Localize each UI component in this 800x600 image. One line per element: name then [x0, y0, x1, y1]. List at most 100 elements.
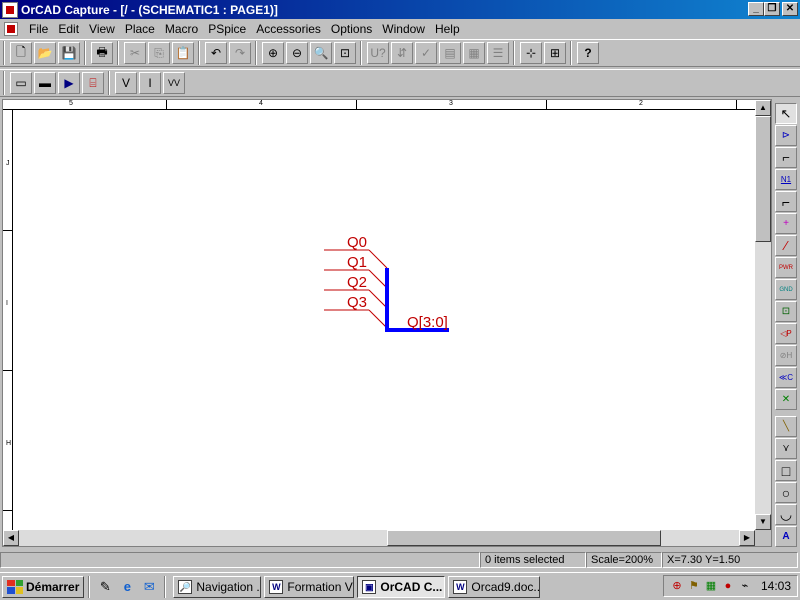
scroll-up-arrow-icon[interactable]: ▲ — [755, 100, 771, 116]
menu-pspice[interactable]: PSpice — [203, 22, 251, 36]
print-icon[interactable]: 🖶 — [91, 42, 113, 64]
bus-label[interactable]: Q[3:0] — [407, 314, 448, 331]
task-orcad9-doc[interactable]: W Orcad9.doc... — [448, 575, 541, 598]
menu-accessories[interactable]: Accessories — [251, 22, 326, 36]
place-text-icon[interactable]: A — [775, 526, 797, 547]
zoom-all-icon[interactable]: ⊡ — [334, 42, 356, 64]
current-marker-icon[interactable]: I — [139, 72, 161, 94]
scroll-down-arrow-icon[interactable]: ▼ — [755, 514, 771, 530]
copy-icon[interactable]: ⎘ — [148, 42, 170, 64]
scroll-left-arrow-icon[interactable]: ◀ — [3, 530, 19, 546]
net-label-q0[interactable]: Q0 — [347, 234, 367, 251]
place-ellipse-icon[interactable]: ○ — [775, 482, 797, 503]
menu-file[interactable]: File — [24, 22, 53, 36]
menu-edit[interactable]: Edit — [53, 22, 84, 36]
place-no-connect-icon[interactable]: ✕ — [775, 389, 797, 410]
edit-simulation-settings-icon[interactable]: ▬ — [34, 72, 56, 94]
project-manager-icon[interactable]: ⊞ — [544, 42, 566, 64]
vertical-scrollbar[interactable]: ▲ ▼ — [755, 100, 771, 530]
ruler-label: 4 — [259, 100, 263, 107]
place-hierarchical-pin-icon[interactable]: ⊘H — [775, 345, 797, 366]
place-wire-icon[interactable]: ⌐ — [775, 147, 797, 168]
bus-entry-q3[interactable] — [368, 309, 388, 329]
tray-app-icon[interactable]: ⚑ — [687, 579, 701, 593]
doc-restore-button[interactable]: ❐ — [764, 2, 780, 16]
zoom-area-icon[interactable]: 🔍 — [310, 42, 332, 64]
network-icon[interactable]: ▦ — [704, 579, 718, 593]
help-icon[interactable]: ? — [577, 42, 599, 64]
zoom-out-icon[interactable]: ⊖ — [286, 42, 308, 64]
drc-icon[interactable]: ✓ — [415, 42, 437, 64]
tools-group: U? ⇵ ✓ ▤ ▦ ☰ — [361, 41, 514, 65]
save-icon[interactable]: 💾 — [58, 42, 80, 64]
place-ground-icon[interactable]: GND — [775, 279, 797, 300]
outlook-express-icon[interactable]: ✉ — [140, 578, 158, 596]
horizontal-scrollbar[interactable]: ◀ ▶ — [3, 530, 755, 546]
left-ruler: J I H — [3, 110, 13, 530]
place-power-icon[interactable]: PWR — [775, 257, 797, 278]
doc-close-button[interactable]: ✕ — [782, 2, 798, 16]
net-label-q3[interactable]: Q3 — [347, 294, 367, 311]
place-arc-icon[interactable]: ◡ — [775, 504, 797, 525]
show-desktop-icon[interactable]: ✎ — [96, 578, 114, 596]
antivirus-icon[interactable]: ● — [721, 579, 735, 593]
voltage-marker-icon[interactable]: V — [115, 72, 137, 94]
document-icon[interactable] — [4, 21, 18, 36]
task-navigation[interactable]: 🔎 Navigation ... — [173, 575, 262, 598]
net-label-q1[interactable]: Q1 — [347, 254, 367, 271]
place-hierarchical-port-icon[interactable]: ◁P — [775, 323, 797, 344]
redo-icon[interactable]: ↷ — [229, 42, 251, 64]
internet-explorer-icon[interactable]: e — [118, 578, 136, 596]
place-bus-entry-icon[interactable]: ∕ — [775, 235, 797, 256]
place-bus-icon[interactable]: ⌐ — [775, 191, 797, 212]
cross-reference-icon[interactable]: ▦ — [463, 42, 485, 64]
place-off-page-connector-icon[interactable]: ≪C — [775, 367, 797, 388]
place-rectangle-icon[interactable]: □ — [775, 460, 797, 481]
place-junction-icon[interactable]: + — [775, 213, 797, 234]
select-tool-icon[interactable]: ↖ — [775, 103, 797, 124]
menu-help[interactable]: Help — [430, 22, 465, 36]
place-hierarchical-block-icon[interactable]: ⊡ — [775, 301, 797, 322]
bus-entry-q1[interactable] — [368, 269, 388, 289]
scheduler-icon[interactable]: ⊕ — [670, 579, 684, 593]
clock[interactable]: 14:03 — [761, 579, 791, 593]
place-line-icon[interactable]: ╲ — [775, 416, 797, 437]
start-button[interactable]: Démarrer — [2, 575, 85, 598]
modem-icon[interactable]: ⌁ — [738, 579, 752, 593]
bill-of-materials-icon[interactable]: ☰ — [487, 42, 509, 64]
menu-options[interactable]: Options — [326, 22, 377, 36]
vertical-scroll-thumb[interactable] — [755, 116, 771, 242]
open-icon[interactable]: 📂 — [34, 42, 56, 64]
schematic-canvas[interactable]: Q0 Q1 Q2 Q3 Q[3:0] — [14, 111, 755, 530]
menu-view[interactable]: View — [84, 22, 120, 36]
new-simulation-profile-icon[interactable]: ▭ — [10, 72, 32, 94]
annotate-icon[interactable]: U? — [367, 42, 389, 64]
menu-macro[interactable]: Macro — [160, 22, 203, 36]
orcad-app-icon[interactable] — [2, 1, 18, 18]
place-polyline-icon[interactable]: ⋎ — [775, 438, 797, 459]
view-simulation-results-icon[interactable]: ⌸ — [82, 72, 104, 94]
new-icon[interactable]: 🗋 — [10, 42, 32, 64]
menu-place[interactable]: Place — [120, 22, 160, 36]
scroll-right-arrow-icon[interactable]: ▶ — [739, 530, 755, 546]
horizontal-scroll-thumb[interactable] — [387, 530, 661, 546]
net-label-q2[interactable]: Q2 — [347, 274, 367, 291]
netlist-icon[interactable]: ▤ — [439, 42, 461, 64]
voltage-differential-marker-icon[interactable]: VV — [163, 72, 185, 94]
place-part-icon[interactable]: ⊳ — [775, 125, 797, 146]
ruler-tick — [546, 100, 547, 110]
task-orcad-capture[interactable]: ▣ OrCAD C... — [357, 575, 446, 598]
bus-entry-q0[interactable] — [368, 249, 388, 269]
menu-window[interactable]: Window — [377, 22, 430, 36]
cut-icon[interactable]: ✂ — [124, 42, 146, 64]
zoom-in-icon[interactable]: ⊕ — [262, 42, 284, 64]
snap-to-grid-icon[interactable]: ⊹ — [520, 42, 542, 64]
bus-entry-q2[interactable] — [368, 289, 388, 309]
run-pspice-icon[interactable]: ▶ — [58, 72, 80, 94]
task-formation[interactable]: W Formation Vi... — [264, 575, 355, 598]
place-net-alias-icon[interactable]: N1 — [775, 169, 797, 190]
undo-icon[interactable]: ↶ — [205, 42, 227, 64]
back-annotate-icon[interactable]: ⇵ — [391, 42, 413, 64]
paste-icon[interactable]: 📋 — [172, 42, 194, 64]
doc-minimize-button[interactable]: _ — [748, 2, 764, 16]
